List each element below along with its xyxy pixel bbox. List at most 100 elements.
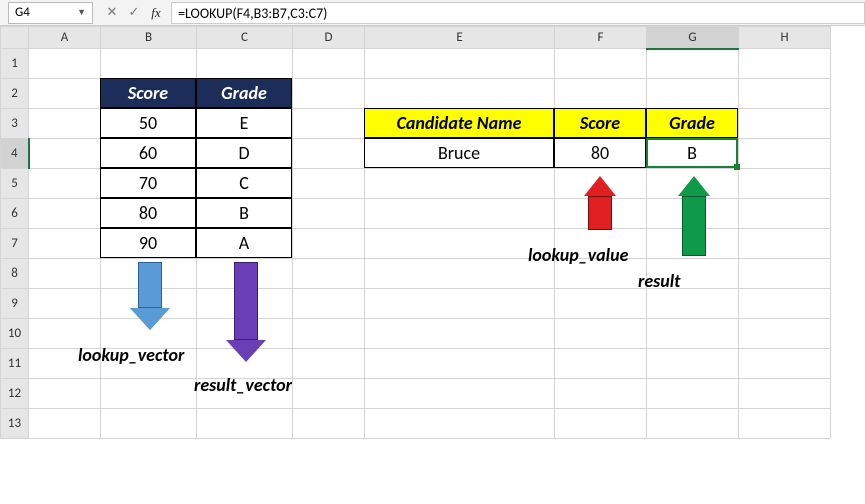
cell[interactable] [647, 379, 739, 409]
cell[interactable] [29, 199, 101, 229]
cell[interactable] [29, 79, 101, 109]
row-header-11[interactable]: 11 [1, 349, 29, 379]
row-header-1[interactable]: 1 [1, 49, 29, 79]
cell[interactable] [647, 79, 739, 109]
cell[interactable] [739, 319, 831, 349]
cell[interactable] [101, 289, 197, 319]
cell[interactable] [647, 199, 739, 229]
cell[interactable] [29, 49, 101, 79]
cell[interactable] [365, 409, 555, 439]
row-header-7[interactable]: 7 [1, 229, 29, 259]
cell[interactable] [293, 349, 365, 379]
cell[interactable] [555, 109, 647, 139]
cell[interactable] [293, 229, 365, 259]
col-header-D[interactable]: D [293, 27, 365, 49]
row-header-6[interactable]: 6 [1, 199, 29, 229]
cancel-icon[interactable]: ✕ [105, 5, 119, 20]
cell[interactable] [101, 319, 197, 349]
cell[interactable] [739, 349, 831, 379]
cell[interactable] [293, 169, 365, 199]
row-header-12[interactable]: 12 [1, 379, 29, 409]
cell[interactable] [739, 49, 831, 79]
cell[interactable] [29, 409, 101, 439]
grid[interactable]: A B C D E F G H 1 2 3 4 5 6 7 8 9 10 11 … [0, 26, 831, 439]
cell[interactable] [197, 79, 293, 109]
cell[interactable] [293, 319, 365, 349]
cell[interactable] [29, 349, 101, 379]
cell[interactable] [739, 169, 831, 199]
fx-icon[interactable]: fx [149, 5, 163, 21]
cell[interactable] [293, 259, 365, 289]
cell[interactable] [739, 109, 831, 139]
cell[interactable] [555, 169, 647, 199]
cell[interactable] [555, 319, 647, 349]
cell[interactable] [739, 229, 831, 259]
row-header-3[interactable]: 3 [1, 109, 29, 139]
cell[interactable] [29, 139, 101, 169]
cell[interactable] [647, 319, 739, 349]
cell[interactable] [739, 259, 831, 289]
col-header-G[interactable]: G [647, 27, 739, 49]
cell[interactable] [197, 289, 293, 319]
col-header-F[interactable]: F [555, 27, 647, 49]
cell[interactable] [101, 259, 197, 289]
cell[interactable] [197, 379, 293, 409]
col-header-B[interactable]: B [101, 27, 197, 49]
cell[interactable] [293, 109, 365, 139]
cell[interactable] [293, 79, 365, 109]
cell[interactable] [101, 409, 197, 439]
cell[interactable] [365, 379, 555, 409]
name-box[interactable]: G4 ▼ [8, 2, 93, 24]
cell[interactable] [101, 49, 197, 79]
row-header-4[interactable]: 4 [1, 139, 29, 169]
cell[interactable] [555, 229, 647, 259]
row-header-9[interactable]: 9 [1, 289, 29, 319]
cell[interactable] [365, 79, 555, 109]
cell[interactable] [197, 409, 293, 439]
cell[interactable] [739, 289, 831, 319]
cell[interactable] [365, 49, 555, 79]
cell[interactable] [647, 229, 739, 259]
cell[interactable] [197, 169, 293, 199]
cell[interactable] [101, 169, 197, 199]
cell[interactable] [365, 229, 555, 259]
cell[interactable] [197, 229, 293, 259]
cell[interactable] [365, 139, 555, 169]
cell[interactable] [101, 199, 197, 229]
cell[interactable] [197, 49, 293, 79]
cell[interactable] [197, 259, 293, 289]
cell[interactable] [647, 409, 739, 439]
cell[interactable] [29, 109, 101, 139]
col-header-H[interactable]: H [739, 27, 831, 49]
cell[interactable] [555, 409, 647, 439]
row-header-2[interactable]: 2 [1, 79, 29, 109]
cell[interactable] [555, 79, 647, 109]
cell[interactable] [647, 139, 739, 169]
cell[interactable] [293, 199, 365, 229]
cell[interactable] [293, 409, 365, 439]
cell[interactable] [293, 49, 365, 79]
row-header-10[interactable]: 10 [1, 319, 29, 349]
cell[interactable] [365, 169, 555, 199]
col-header-A[interactable]: A [29, 27, 101, 49]
cell[interactable] [739, 409, 831, 439]
cell[interactable] [555, 49, 647, 79]
enter-icon[interactable]: ✓ [127, 5, 141, 20]
cell[interactable] [555, 199, 647, 229]
cell[interactable] [365, 199, 555, 229]
cell[interactable] [365, 319, 555, 349]
cell[interactable] [739, 79, 831, 109]
cell[interactable] [197, 199, 293, 229]
cell[interactable] [197, 109, 293, 139]
cell[interactable] [101, 229, 197, 259]
cell[interactable] [101, 109, 197, 139]
cell[interactable] [647, 169, 739, 199]
cell[interactable] [647, 49, 739, 79]
cell[interactable] [647, 109, 739, 139]
cell[interactable] [647, 349, 739, 379]
cell[interactable] [555, 349, 647, 379]
cell[interactable] [101, 139, 197, 169]
col-header-E[interactable]: E [365, 27, 555, 49]
cell[interactable] [555, 289, 647, 319]
cell[interactable] [365, 289, 555, 319]
